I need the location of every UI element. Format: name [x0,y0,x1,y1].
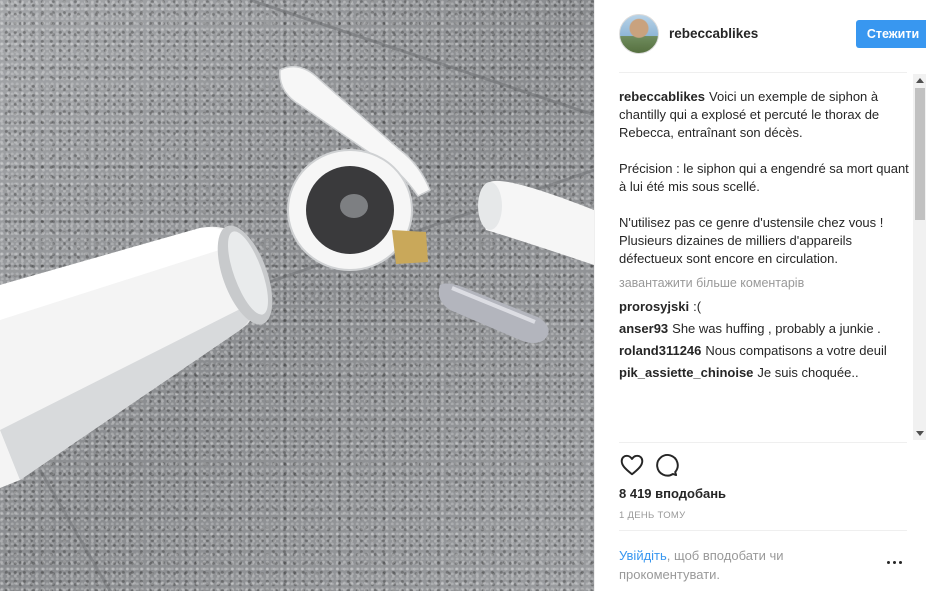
heart-icon[interactable] [619,452,645,478]
comment-text: Nous compatisons a votre deuil [705,343,887,358]
caption: rebeccablikes Voici un exemple de siphon … [619,88,909,268]
comments-scrollbar[interactable] [913,74,926,440]
footer-divider [619,530,907,531]
scroll-up-arrow-icon[interactable] [916,78,924,83]
avatar[interactable] [619,14,659,54]
siphon-head [279,65,431,271]
login-prompt: Увійдіть, щоб вподобати чи прокоментуват… [619,546,849,584]
follow-button[interactable]: Стежити [856,20,926,48]
post-timestamp[interactable]: 1 день тому [619,510,685,521]
login-link[interactable]: Увійдіть [619,548,667,563]
comment-item: pik_assiette_chinoise Je suis choquée.. [619,364,909,382]
actions-divider [619,442,907,443]
author-username[interactable]: rebeccablikes [669,26,758,41]
comments-list: rebeccablikes Voici un exemple de siphon … [619,88,909,440]
post-header: rebeccablikes Стежити [619,14,926,56]
comment-username[interactable]: anser93 [619,321,668,336]
post-side-panel: rebeccablikes Стежити rebeccablikes Voici… [594,0,926,591]
post-photo [0,0,594,591]
siphon-body [0,225,273,488]
comment-item: prorosyjski :( [619,298,909,316]
header-divider [619,72,907,73]
photo-illustration [0,0,594,591]
comment-bubble-icon[interactable] [653,452,679,478]
scroll-down-arrow-icon[interactable] [916,431,924,436]
likes-count[interactable]: 8 419 вподобань [619,486,726,501]
comment-username[interactable]: roland311246 [619,343,701,358]
caption-paragraph-1: rebeccablikes Voici un exemple de siphon … [619,88,909,142]
comment-text: She was huffing , probably a junkie . [672,321,881,336]
gas-cartridge [438,283,549,343]
nozzle [478,180,594,265]
caption-paragraph-3: N'utilisez pas ce genre d'ustensile chez… [619,215,884,266]
comment-text: Je suis choquée.. [757,365,859,380]
caption-username[interactable]: rebeccablikes [619,89,705,104]
comment-item: roland311246 Nous compatisons a votre deu… [619,342,909,360]
comment-item: anser93 She was huffing , probably a junk… [619,320,909,338]
load-more-comments-link[interactable]: завантажити більше коментарів [619,274,909,292]
caption-paragraph-2: Précision : le siphon qui a engendré sa … [619,161,909,194]
comment-text: :( [693,299,702,314]
comment-username[interactable]: pik_assiette_chinoise [619,365,753,380]
scroll-thumb[interactable] [915,88,925,220]
comment-username[interactable]: prorosyjski [619,299,689,314]
more-options-icon[interactable] [885,556,905,568]
